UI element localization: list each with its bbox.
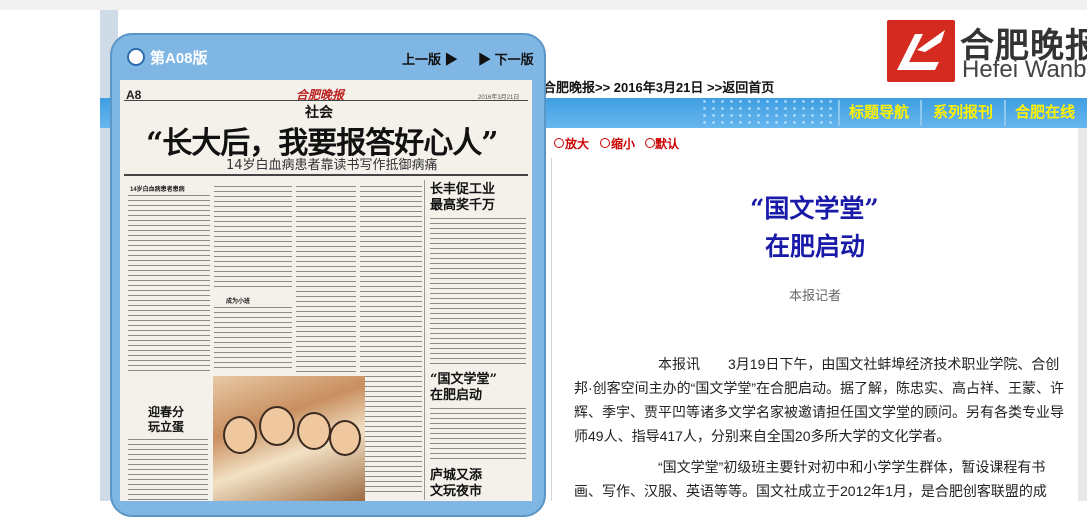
prev-edition-link[interactable]: 上一版 ▶ bbox=[402, 49, 458, 68]
zoom-out-icon bbox=[600, 138, 610, 148]
zoom-in-icon bbox=[554, 138, 564, 148]
nav-item-series-papers[interactable]: 系列报刊 bbox=[926, 102, 1000, 124]
side-story-heading[interactable]: 长丰促工业 最高奖千万 bbox=[430, 182, 495, 214]
text-column[interactable] bbox=[214, 184, 292, 290]
zoom-out-button[interactable]: 缩小 bbox=[611, 135, 635, 152]
hefei-wanbao-logo-icon[interactable] bbox=[887, 20, 955, 82]
text-column[interactable] bbox=[214, 305, 292, 371]
article-byline: 本报记者 bbox=[789, 288, 842, 303]
default-size-icon bbox=[645, 138, 655, 148]
left-arrow-icon: ▶ bbox=[444, 52, 458, 67]
side-heading-line: 庐城又添 bbox=[430, 468, 483, 483]
prev-edition-label: 上一版 bbox=[402, 52, 442, 67]
photo-figure bbox=[329, 420, 361, 456]
text-column[interactable] bbox=[360, 184, 422, 494]
zoom-in-button[interactable]: 放大 bbox=[565, 135, 589, 152]
next-edition-label: 下一版 bbox=[494, 52, 534, 67]
text-column[interactable] bbox=[128, 437, 208, 501]
page-top-rule bbox=[124, 100, 528, 101]
nav-item-title-navigation[interactable]: 标题导航 bbox=[842, 102, 916, 124]
article-paragraph: 本报讯 3月19日下午，由国文社蚌埠经济技术职业学院、合创邦·创客空间主办的“国… bbox=[574, 356, 1064, 444]
nav-separator bbox=[838, 100, 840, 126]
right-arrow-icon: ▶ bbox=[478, 52, 492, 67]
nav-separator bbox=[920, 100, 922, 126]
story-heading[interactable]: 14岁白血病患者患病 bbox=[130, 184, 185, 193]
photo-figure bbox=[297, 412, 331, 450]
page-scrollbar[interactable] bbox=[1078, 128, 1087, 501]
text-column[interactable] bbox=[430, 216, 526, 366]
logo-english-name[interactable]: Hefei Wanbao bbox=[962, 56, 1087, 84]
side-heading-line: 在肥启动 bbox=[430, 388, 483, 403]
side-heading-line: 玩立蛋 bbox=[148, 420, 185, 434]
nav-item-hefei-online[interactable]: 合肥在线 bbox=[1008, 102, 1082, 124]
side-heading-line: 最高奖千万 bbox=[430, 198, 496, 213]
edition-label: 第A08版 bbox=[150, 50, 208, 67]
page-subheadline[interactable]: 14岁白血病患者靠读书写作抵御病痛 bbox=[226, 154, 438, 173]
side-story-heading[interactable]: “国文学堂” 在肥启动 bbox=[430, 372, 497, 404]
article-title-line-1: “国文学堂” bbox=[750, 194, 879, 223]
side-heading-line: 文玩夜市 bbox=[430, 484, 483, 499]
photo-figure bbox=[259, 406, 295, 446]
page-rule bbox=[124, 174, 528, 176]
nav-decoration bbox=[700, 98, 840, 128]
next-edition-link[interactable]: ▶ 下一版 bbox=[478, 49, 534, 68]
article-paragraph: “国文学堂”初级班主要针对初中和小学学生群体，暂设课程有书画、写作、汉服、英语等… bbox=[574, 459, 1047, 499]
side-heading-line: 长丰促工业 bbox=[430, 182, 496, 197]
article-title-line-2: 在肥启动 bbox=[765, 232, 866, 261]
side-story-heading[interactable]: 迎春分 玩立蛋 bbox=[148, 405, 184, 435]
side-heading-line: “国文学堂” bbox=[430, 372, 497, 387]
edition-circle-icon bbox=[127, 48, 145, 66]
children-photo[interactable] bbox=[213, 376, 365, 501]
text-column[interactable] bbox=[128, 193, 210, 373]
nav-separator bbox=[1004, 100, 1006, 126]
photo-figure bbox=[223, 416, 257, 454]
breadcrumb[interactable]: 合肥晚报>> 2016年3月21日 >>返回首页 bbox=[543, 77, 774, 96]
story-heading[interactable]: 成为小班 bbox=[226, 296, 250, 305]
column-divider bbox=[424, 180, 425, 500]
side-story-heading[interactable]: 庐城又添 文玩夜市 bbox=[430, 468, 482, 500]
text-column[interactable] bbox=[296, 184, 356, 372]
page-margin bbox=[0, 10, 100, 501]
default-size-button[interactable]: 默认 bbox=[655, 135, 679, 152]
side-heading-line: 迎春分 bbox=[148, 405, 185, 419]
text-column[interactable] bbox=[430, 406, 526, 462]
